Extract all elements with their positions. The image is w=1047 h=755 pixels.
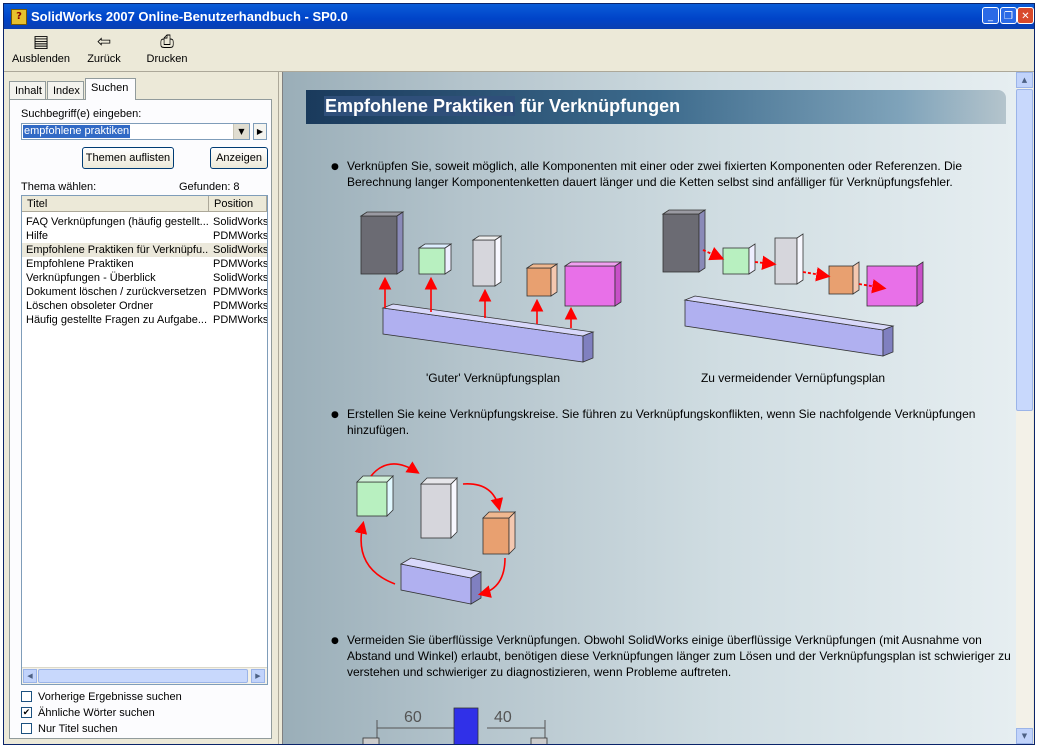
table-row[interactable]: Hilfe PDMWorks <box>22 229 267 243</box>
hide-pane-icon: ▤ <box>32 32 50 52</box>
close-icon[interactable]: ✕ <box>1017 7 1034 24</box>
mate-loop-diagram <box>354 461 516 605</box>
minimize-icon[interactable]: _ <box>982 7 999 24</box>
row-title: Empfohlene Praktiken <box>26 258 134 270</box>
row-title: Löschen obsoleter Ordner <box>26 300 154 312</box>
choose-topic-label: Thema wählen: <box>21 181 97 193</box>
title-search-highlight: Empfohlene Praktiken <box>324 96 516 116</box>
row-location: PDMWorks <box>213 230 267 242</box>
scroll-right-icon[interactable]: ▶ <box>251 669 265 683</box>
table-row[interactable]: FAQ Verknüpfungen (häufig gestellt... So… <box>22 215 267 229</box>
dimension-diagram: 60 40 <box>362 707 548 744</box>
row-title: Empfohlene Praktiken für Verknüpfu... <box>26 244 209 256</box>
row-location: SolidWorks <box>213 244 267 256</box>
print-button-label: Drucken <box>146 53 188 65</box>
row-title: Hilfe <box>26 230 49 242</box>
bullet-icon: ● <box>331 410 339 420</box>
dimension-right: 40 <box>494 709 512 726</box>
window-title: SolidWorks 2007 Online-Benutzerhandbuch … <box>31 9 348 24</box>
option-label: Vorherige Ergebnisse suchen <box>38 691 182 703</box>
back-button-label: Zurück <box>87 53 121 65</box>
row-title: Dokument löschen / zurückversetzen <box>26 286 207 298</box>
article-heading: Empfohlene Praktiken für Verknüpfungen <box>306 90 1006 124</box>
help-window: ? SolidWorks 2007 Online-Benutzerhandbuc… <box>3 3 1035 745</box>
results-horizontal-scrollbar[interactable]: ◀ ▶ <box>22 667 267 684</box>
option-titles-only[interactable]: Nur Titel suchen <box>21 722 118 737</box>
row-title: Verknüpfungen - Überblick <box>26 272 156 284</box>
row-location: PDMWorks <box>213 300 267 312</box>
back-button[interactable]: ⇦ Zurück <box>83 32 125 65</box>
row-title: FAQ Verknüpfungen (häufig gestellt... <box>26 216 209 228</box>
list-topics-button[interactable]: Themen auflisten <box>82 147 174 169</box>
hide-button-label: Ausblenden <box>11 53 71 65</box>
scroll-up-icon[interactable]: ▲ <box>1016 72 1033 88</box>
checkbox-similar-words[interactable]: ✔ <box>21 706 32 718</box>
help-app-icon: ? <box>11 9 27 25</box>
table-row-selected[interactable]: Empfohlene Praktiken für Verknüpfu... So… <box>22 243 267 257</box>
bullet-text-3: Vermeiden Sie überflüssige Verknüpfungen… <box>347 633 1011 679</box>
scroll-down-icon[interactable]: ▼ <box>1016 728 1033 744</box>
checkbox-previous-results[interactable] <box>21 690 32 702</box>
table-row[interactable]: Empfohlene Praktiken PDMWorks <box>22 257 267 271</box>
display-button[interactable]: Anzeigen <box>210 147 268 169</box>
mate-scheme-diagram <box>359 209 924 363</box>
table-row[interactable]: Verknüpfungen - Überblick SolidWorks <box>22 271 267 285</box>
column-header-title[interactable]: Titel <box>22 196 209 212</box>
option-label: Ähnliche Wörter suchen <box>38 707 155 719</box>
caption-bad-scheme: Zu vermeidender Vernüpfungsplan <box>700 371 886 385</box>
row-title: Häufig gestellte Fragen zu Aufgabe... <box>26 314 208 326</box>
scroll-left-icon[interactable]: ◀ <box>23 669 37 683</box>
bullet-icon: ● <box>331 162 339 172</box>
caption-good-scheme: 'Guter' Verknüpfungsplan <box>425 371 560 385</box>
tab-search[interactable]: Suchen <box>85 78 136 100</box>
search-panel: Suchbegriff(e) eingeben: empfohlene prak… <box>9 99 272 739</box>
row-location: PDMWorks <box>213 286 267 298</box>
article-title: Empfohlene Praktiken für Verknüpfungen <box>324 96 680 117</box>
bullet-text-2: Erstellen Sie keine Verknüpfungskreise. … <box>347 407 976 437</box>
scroll-thumb[interactable] <box>1016 89 1033 411</box>
print-button[interactable]: ⎙ Drucken <box>144 32 190 65</box>
keyword-menu-button[interactable]: ▶ <box>253 123 267 140</box>
bullet-text-1: Verknüpfen Sie, soweit möglich, alle Kom… <box>347 159 963 189</box>
printer-icon: ⎙ <box>160 32 174 52</box>
toolbar: ▤ Ausblenden ⇦ Zurück ⎙ Drucken <box>4 29 1034 72</box>
scroll-thumb[interactable] <box>38 669 248 683</box>
table-row[interactable]: Dokument löschen / zurückversetzen PDMWo… <box>22 285 267 299</box>
option-previous-results[interactable]: Vorherige Ergebnisse suchen <box>21 690 182 705</box>
article-vertical-scrollbar[interactable]: ▲ ▼ <box>1016 72 1033 744</box>
found-count-label: Gefunden: 8 <box>179 181 240 193</box>
chevron-down-icon[interactable]: ▼ <box>233 124 249 139</box>
row-location: PDMWorks <box>213 258 267 270</box>
dimension-left: 60 <box>404 709 422 726</box>
tab-index[interactable]: Index <box>47 81 84 99</box>
table-row[interactable]: Löschen obsoleter Ordner PDMWorks <box>22 299 267 313</box>
tab-contents[interactable]: Inhalt <box>9 81 46 99</box>
good-scheme-figure <box>359 211 623 363</box>
row-location: PDMWorks <box>213 314 267 326</box>
search-input[interactable]: empfohlene praktiken ▼ <box>21 123 250 140</box>
back-arrow-icon: ⇦ <box>96 32 112 52</box>
results-list[interactable]: Titel Position FAQ Verknüpfungen (häufig… <box>21 195 268 685</box>
article-pane: Empfohlene Praktiken für Verknüpfungen ●… <box>282 72 1017 744</box>
bullet-icon: ● <box>331 636 339 646</box>
bad-scheme-figure <box>661 209 924 357</box>
restore-icon[interactable]: ❐ <box>1000 7 1017 24</box>
table-row[interactable]: Häufig gestellte Fragen zu Aufgabe... PD… <box>22 313 267 327</box>
column-header-position[interactable]: Position <box>209 196 267 212</box>
navigation-pane: Inhalt Index Suchen Suchbegriff(e) einge… <box>4 72 278 744</box>
title-bar: ? SolidWorks 2007 Online-Benutzerhandbuc… <box>4 4 1034 29</box>
row-location: SolidWorks <box>213 272 267 284</box>
checkbox-titles-only[interactable] <box>21 722 32 734</box>
search-query-text: empfohlene praktiken <box>23 125 131 138</box>
title-rest: für Verknüpfungen <box>515 96 681 116</box>
search-prompt-label: Suchbegriff(e) eingeben: <box>21 108 142 120</box>
row-location: SolidWorks <box>213 216 267 228</box>
hide-button[interactable]: ▤ Ausblenden <box>11 32 71 65</box>
option-label: Nur Titel suchen <box>38 723 118 735</box>
option-similar-words[interactable]: ✔ Ähnliche Wörter suchen <box>21 706 155 721</box>
